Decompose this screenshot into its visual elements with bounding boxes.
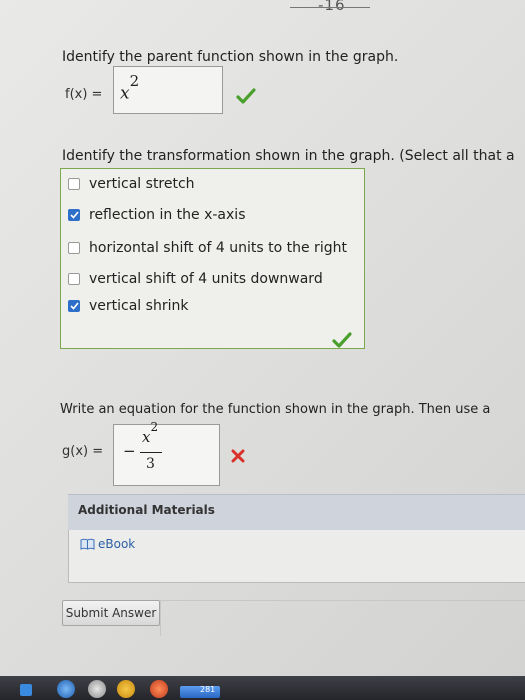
option-horizontal-shift[interactable]: horizontal shift of 4 units to the right: [68, 240, 347, 256]
windows-start-icon[interactable]: [20, 684, 32, 696]
fx-answer-exponent: 2: [129, 72, 140, 90]
correct-check-icon: [332, 332, 352, 348]
checkbox-checked[interactable]: [68, 209, 80, 221]
taskbar: [0, 676, 525, 700]
gx-label: g(x) =: [62, 444, 104, 459]
question2-prompt: Identify the transformation shown in the…: [62, 148, 515, 164]
app-icon[interactable]: [88, 680, 106, 698]
book-icon: [80, 538, 95, 550]
divider: [290, 7, 370, 8]
option-label: vertical shift of 4 units downward: [89, 271, 323, 287]
option-label: reflection in the x-axis: [89, 207, 246, 223]
question1-prompt: Identify the parent function shown in th…: [62, 49, 399, 65]
correct-check-icon: [236, 88, 256, 104]
option-vertical-stretch[interactable]: vertical stretch: [68, 176, 195, 192]
additional-materials-title: Additional Materials: [78, 503, 215, 517]
gx-numerator-exponent: 2: [150, 420, 159, 434]
question3-prompt: Write an equation for the function shown…: [60, 402, 491, 417]
gx-numerator: x2: [142, 420, 158, 446]
media-icon[interactable]: [150, 680, 168, 698]
gx-denominator: 3: [146, 456, 155, 472]
checkbox-checked[interactable]: [68, 300, 80, 312]
transformation-options: [60, 168, 365, 349]
folder-icon[interactable]: [117, 680, 135, 698]
fx-label: f(x) =: [65, 87, 103, 102]
ebook-link[interactable]: eBook: [80, 537, 135, 551]
fx-answer-base: x: [120, 83, 130, 104]
taskbar-badge: 281: [200, 685, 216, 694]
ebook-label: eBook: [98, 537, 136, 551]
option-vertical-shift[interactable]: vertical shift of 4 units downward: [68, 271, 323, 287]
checkbox[interactable]: [68, 178, 80, 190]
check-icon: [69, 211, 79, 219]
gx-sign: −: [123, 442, 136, 460]
option-reflection-x-axis[interactable]: reflection in the x-axis: [68, 207, 245, 223]
panel-edge: [160, 600, 525, 636]
fraction-bar: [140, 452, 162, 453]
additional-materials-panel: [68, 530, 525, 583]
checkbox[interactable]: [68, 242, 80, 254]
option-label: vertical shrink: [89, 298, 189, 314]
option-vertical-shrink[interactable]: vertical shrink: [68, 298, 188, 314]
checkbox[interactable]: [68, 273, 80, 285]
option-label: horizontal shift of 4 units to the right: [89, 240, 347, 256]
option-label: vertical stretch: [89, 176, 195, 192]
incorrect-x-icon: [231, 449, 245, 463]
browser-icon[interactable]: [57, 680, 75, 698]
check-icon: [69, 302, 79, 310]
submit-answer-button[interactable]: Submit Answer: [62, 600, 160, 626]
fx-answer-value: x2: [120, 72, 139, 104]
